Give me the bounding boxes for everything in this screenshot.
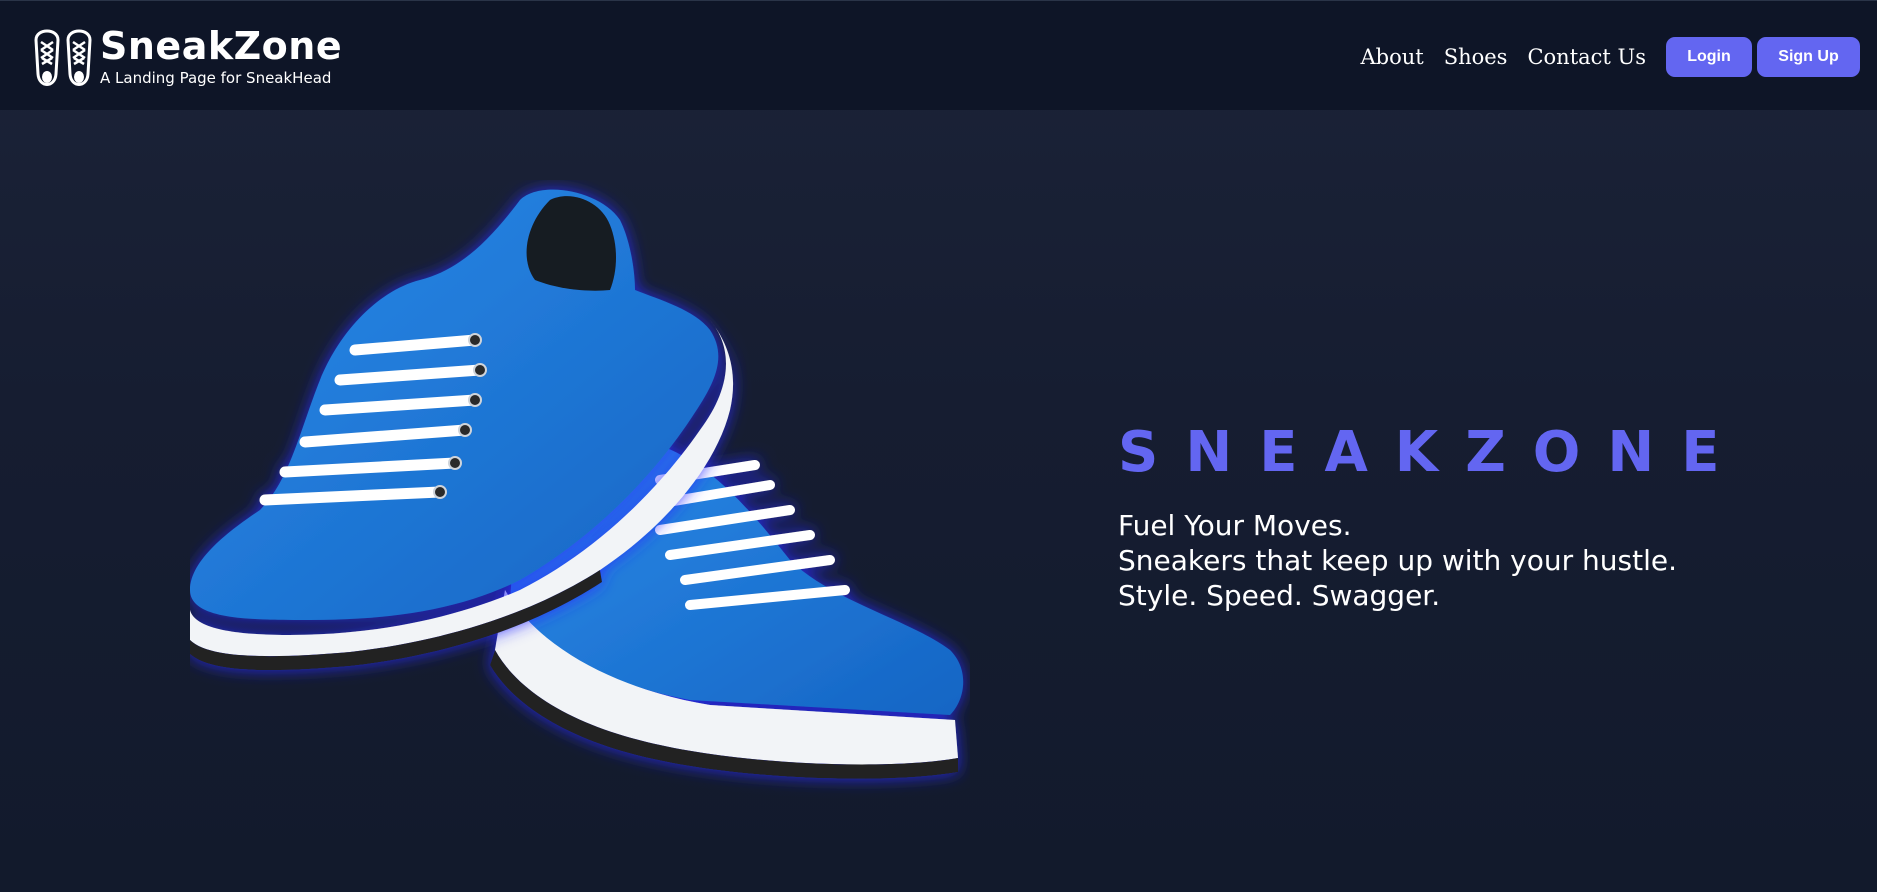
sneakers-icon — [34, 29, 92, 86]
hero-section: SNEAKZONE Fuel Your Moves. Sneakers that… — [1118, 420, 1838, 613]
nav-link-about[interactable]: About — [1360, 45, 1423, 69]
hero-tagline: Fuel Your Moves. Sneakers that keep up w… — [1118, 508, 1838, 613]
brand-home-link[interactable]: SneakZone A Landing Page for SneakHead — [30, 21, 342, 91]
hero-title: SNEAKZONE — [1118, 420, 1747, 485]
hero-line: Style. Speed. Swagger. — [1118, 579, 1441, 612]
landing-page: SneakZone A Landing Page for SneakHead A… — [0, 0, 1877, 892]
brand-tagline: A Landing Page for SneakHead — [100, 69, 332, 87]
blue-sneakers-image — [190, 189, 964, 779]
nav-link-contact-us[interactable]: Contact Us — [1527, 45, 1646, 69]
signup-button[interactable]: Sign Up — [1757, 37, 1860, 77]
login-button[interactable]: Login — [1666, 37, 1752, 77]
nav-menu: About Shoes Contact Us Login Sign Up — [1360, 37, 1877, 77]
nav-link-shoes[interactable]: Shoes — [1444, 45, 1508, 69]
hero-line: Sneakers that keep up with your hustle. — [1118, 544, 1678, 577]
navbar: SneakZone A Landing Page for SneakHead A… — [0, 0, 1877, 110]
hero-line: Fuel Your Moves. — [1118, 509, 1352, 542]
brand-name: SneakZone — [100, 24, 343, 68]
brand-text: SneakZone A Landing Page for SneakHead — [100, 25, 342, 87]
